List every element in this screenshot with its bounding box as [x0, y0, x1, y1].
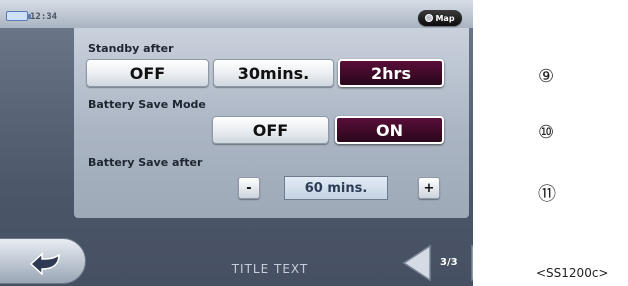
- callout-10: ⑩: [538, 122, 555, 143]
- battery-save-mode-label: Battery Save Mode: [88, 98, 206, 111]
- previous-page-icon[interactable]: [402, 244, 432, 282]
- battery-save-after-value: 60 mins.: [284, 176, 388, 200]
- standby-2hrs-button[interactable]: 2hrs: [338, 59, 444, 87]
- clock: 12:34: [30, 12, 58, 22]
- battery-save-after-label: Battery Save after: [88, 156, 203, 169]
- screenshot-id-caption: <SS1200c>: [536, 266, 609, 280]
- back-arrow-icon: [29, 252, 60, 275]
- back-button[interactable]: [0, 238, 86, 284]
- callout-9: ⑨: [538, 66, 555, 87]
- callout-11: ⑪: [538, 184, 556, 205]
- settings-panel: Standby after OFF 30mins. 2hrs Battery S…: [74, 28, 469, 218]
- screen-title: TITLE TEXT: [231, 262, 309, 276]
- increase-button[interactable]: +: [418, 177, 440, 199]
- device-screen: 12:34 Map Standby after OFF 30mins. 2hrs…: [0, 0, 473, 286]
- globe-icon: [425, 14, 434, 22]
- page-indicator: 3/3: [440, 257, 458, 268]
- battery-icon: [6, 11, 31, 21]
- decrease-button[interactable]: -: [238, 177, 260, 199]
- status-bar: 12:34 Map: [0, 0, 473, 28]
- map-button[interactable]: Map: [418, 10, 462, 26]
- battery-mode-off-button[interactable]: OFF: [212, 116, 329, 144]
- standby-label: Standby after: [88, 42, 174, 55]
- battery-mode-on-button[interactable]: ON: [335, 116, 444, 144]
- next-page-icon[interactable]: [470, 244, 473, 282]
- standby-off-button[interactable]: OFF: [86, 59, 209, 87]
- standby-30mins-button[interactable]: 30mins.: [213, 59, 334, 87]
- map-button-label: Map: [435, 13, 455, 23]
